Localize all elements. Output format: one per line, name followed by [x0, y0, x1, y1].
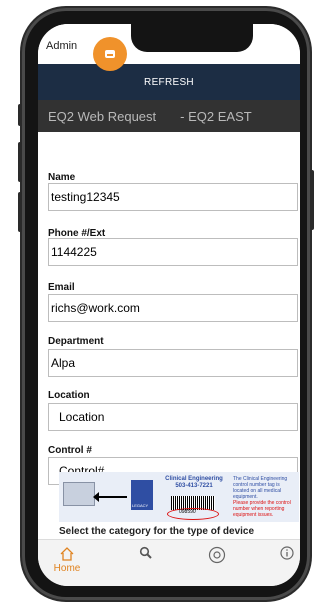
name-field[interactable]: testing12345 — [48, 183, 298, 211]
app-logo[interactable] — [93, 37, 127, 71]
page-title: EQ2 Web Request — [48, 108, 157, 124]
tab-info[interactable] — [272, 546, 300, 576]
banner-note: The Clinical Engineering control number … — [233, 476, 295, 518]
legacy-brand-text: LEGACY — [132, 503, 149, 508]
control-label: Control # — [48, 445, 92, 456]
search-icon — [139, 546, 152, 559]
arrow-icon — [93, 492, 127, 502]
home-icon — [60, 547, 74, 561]
clinical-engineering-phone: 503-413-7221 — [175, 483, 213, 489]
site-label: - EQ2 EAST — [180, 108, 252, 124]
email-field[interactable]: richs@work.com — [48, 294, 298, 322]
title-bar: EQ2 Web Request - EQ2 EAST — [38, 100, 300, 132]
tab-home-label: Home — [53, 563, 81, 574]
refresh-button[interactable]: REFRESH — [38, 64, 300, 100]
computer-image — [63, 482, 95, 506]
bottom-tab-bar: Home — [38, 539, 300, 586]
phone-power-button — [310, 170, 314, 230]
phone-volume-down — [18, 192, 22, 232]
tab-support[interactable] — [202, 546, 232, 576]
name-label: Name — [48, 172, 76, 183]
phone-silent-switch — [18, 104, 22, 126]
phone-notch — [131, 24, 253, 52]
category-prompt: Select the category for the type of devi… — [59, 526, 255, 537]
info-icon — [280, 546, 294, 560]
banner-note-top: The Clinical Engineering control number … — [233, 476, 288, 500]
barcode-number: 098590 — [179, 509, 196, 515]
clinical-engineering-title: Clinical Engineering — [165, 476, 223, 482]
banner-note-bottom: Please provide the control number when r… — [233, 500, 291, 518]
email-label: Email — [48, 282, 75, 293]
control-tag-banner: LEGACY Clinical Engineering 503-413-7221… — [59, 472, 299, 522]
department-field[interactable]: Alpa — [48, 349, 298, 377]
location-label: Location — [48, 390, 90, 401]
refresh-label: REFRESH — [144, 76, 194, 88]
app-screen: Admin REFRESH EQ2 Web Request - EQ2 EAST… — [38, 24, 300, 586]
user-label: Admin — [46, 40, 78, 52]
support-icon — [208, 546, 226, 564]
phone-volume-up — [18, 142, 22, 182]
tab-search[interactable] — [131, 546, 161, 576]
phone-field[interactable]: 1144225 — [48, 238, 298, 266]
clinical-engineering-header: Clinical Engineering 503-413-7221 — [161, 476, 227, 490]
department-label: Department — [48, 336, 104, 347]
tab-home[interactable]: Home — [52, 546, 82, 576]
legacy-logo: LEGACY — [131, 480, 153, 510]
location-select[interactable]: Location — [48, 403, 298, 431]
